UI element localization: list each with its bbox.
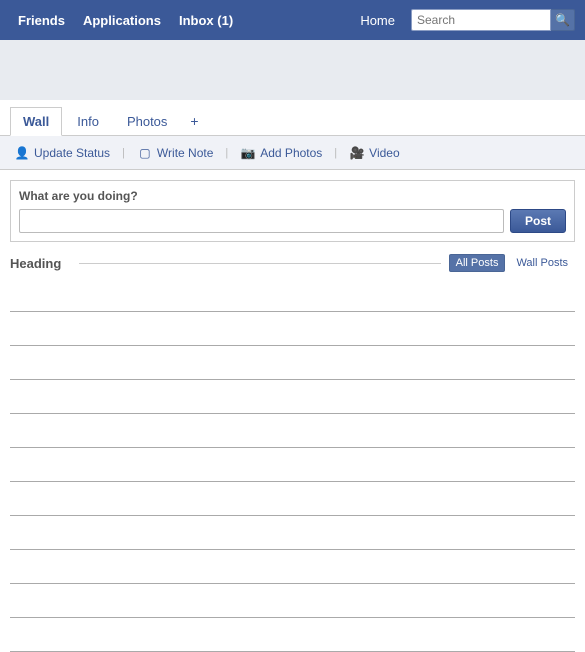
add-photos-label: Add Photos — [260, 146, 322, 160]
filter-buttons: All Posts Wall Posts — [449, 254, 575, 272]
tab-wall[interactable]: Wall — [10, 107, 62, 136]
tab-add[interactable]: + — [182, 107, 206, 135]
search-icon: 🔍 — [555, 13, 570, 27]
add-photos-icon: 📷 — [240, 145, 256, 161]
content-line — [10, 280, 575, 312]
nav-home[interactable]: Home — [354, 9, 401, 32]
content-line — [10, 620, 575, 652]
navbar-center: Home 🔍 — [354, 9, 575, 32]
write-note-icon: ▢ — [137, 145, 153, 161]
status-input-row: Post — [19, 209, 566, 233]
update-status-icon: 👤 — [14, 145, 30, 161]
video-label: Video — [369, 146, 399, 160]
status-text-input[interactable] — [19, 209, 504, 233]
content-line — [10, 348, 575, 380]
filter-all-posts[interactable]: All Posts — [449, 254, 506, 272]
heading-row: Heading All Posts Wall Posts — [0, 248, 585, 278]
content-line — [10, 450, 575, 482]
tab-info[interactable]: Info — [64, 107, 112, 135]
search-bar: 🔍 — [411, 9, 575, 31]
content-line — [10, 314, 575, 346]
write-note-button[interactable]: ▢ Write Note — [131, 143, 219, 163]
nav-friends[interactable]: Friends — [10, 9, 73, 32]
update-status-label: Update Status — [34, 146, 110, 160]
content-line — [10, 518, 575, 550]
search-button[interactable]: 🔍 — [551, 9, 575, 31]
heading-label: Heading — [10, 256, 61, 271]
heading-divider — [79, 263, 440, 264]
write-note-label: Write Note — [157, 146, 213, 160]
search-input[interactable] — [411, 9, 551, 31]
status-question: What are you doing? — [19, 189, 566, 203]
add-photos-button[interactable]: 📷 Add Photos — [234, 143, 328, 163]
tab-photos[interactable]: Photos — [114, 107, 180, 135]
content-line — [10, 416, 575, 448]
navbar-left: Friends Applications Inbox (1) — [10, 9, 350, 32]
content-line — [10, 382, 575, 414]
tabs-strip: Wall Info Photos + — [0, 100, 585, 136]
nav-applications[interactable]: Applications — [75, 9, 169, 32]
actions-row: 👤 Update Status | ▢ Write Note | 📷 Add P… — [0, 136, 585, 170]
video-button[interactable]: 🎥 Video — [343, 143, 405, 163]
status-box: What are you doing? Post — [10, 180, 575, 242]
content-line — [10, 484, 575, 516]
post-button[interactable]: Post — [510, 209, 566, 233]
nav-inbox[interactable]: Inbox (1) — [171, 9, 241, 32]
navbar: Friends Applications Inbox (1) Home 🔍 — [0, 0, 585, 40]
separator-1: | — [122, 147, 125, 159]
video-icon: 🎥 — [349, 145, 365, 161]
separator-3: | — [334, 147, 337, 159]
filter-wall-posts[interactable]: Wall Posts — [509, 254, 575, 272]
content-line — [10, 586, 575, 618]
content-lines — [0, 280, 585, 652]
content-line — [10, 552, 575, 584]
separator-2: | — [225, 147, 228, 159]
update-status-button[interactable]: 👤 Update Status — [8, 143, 116, 163]
profile-background — [0, 40, 585, 100]
